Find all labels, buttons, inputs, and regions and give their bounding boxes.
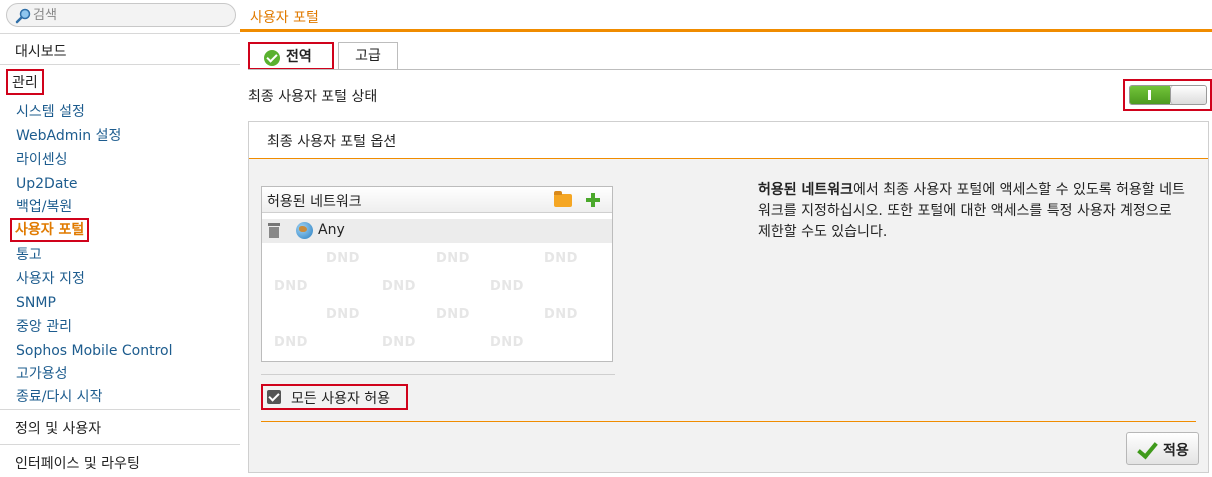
dnd-watermark: DND: [382, 335, 416, 350]
search-box[interactable]: [6, 3, 236, 27]
allowed-networks-box[interactable]: 허용된 네트워크 Any DND DND DND DND DND DND DND…: [261, 186, 613, 362]
sidebar-item-customization[interactable]: 사용자 지정: [16, 270, 85, 288]
portal-status-highlight: [1123, 79, 1212, 111]
nav-section-interfaces-routing[interactable]: 인터페이스 및 라우팅: [0, 444, 240, 477]
tab-divider: [248, 69, 1212, 70]
divider: [261, 421, 1196, 422]
apply-button[interactable]: 적용: [1126, 432, 1199, 465]
trash-icon[interactable]: [268, 223, 280, 238]
sidebar-item-webadmin-settings[interactable]: WebAdmin 설정: [16, 127, 121, 145]
sidebar-item-up2date[interactable]: Up2Date: [16, 175, 78, 193]
dnd-watermark: DND: [382, 279, 416, 294]
apply-button-label: 적용: [1163, 443, 1189, 459]
nav-dashboard-label: 대시보드: [15, 44, 67, 60]
panel-header: 최종 사용자 포털 옵션: [249, 122, 1208, 159]
dnd-watermark: DND: [490, 335, 524, 350]
dnd-watermark: DND: [326, 251, 360, 266]
sidebar-item-notifications[interactable]: 통고: [16, 246, 42, 264]
folder-icon[interactable]: [554, 191, 572, 207]
toggle-knob[interactable]: [1170, 86, 1206, 104]
sidebar-item-shutdown-restart[interactable]: 종료/다시 시작: [16, 388, 102, 406]
sidebar-item-backup-restore[interactable]: 백업/복원: [16, 198, 72, 216]
sidebar: 대시보드 관리 시스템 설정 WebAdmin 설정 라이센싱 Up2Date …: [0, 0, 240, 477]
portal-status-toggle[interactable]: [1129, 85, 1207, 105]
list-item[interactable]: Any: [262, 219, 612, 243]
nav-section-definitions-users[interactable]: 정의 및 사용자: [0, 409, 240, 442]
allow-all-users-label: 모든 사용자 허용: [291, 391, 391, 407]
tab-global[interactable]: 전역: [248, 42, 334, 70]
allowed-networks-header: 허용된 네트워크: [262, 187, 612, 213]
dnd-watermark: DND: [490, 279, 524, 294]
checkmark-icon: [1137, 440, 1155, 458]
dnd-watermark: DND: [274, 279, 308, 294]
nav-dashboard[interactable]: 대시보드: [0, 33, 240, 65]
sidebar-item-high-availability[interactable]: 고가용성: [16, 365, 68, 383]
network-name: Any: [318, 222, 345, 238]
dnd-watermark: DND: [436, 251, 470, 266]
check-circle-icon: [264, 50, 280, 66]
sidebar-item-system-settings[interactable]: 시스템 설정: [16, 103, 85, 121]
divider: [261, 374, 615, 375]
hint-bold-term: 허용된 네트워크: [758, 182, 854, 198]
checkbox-checked-icon[interactable]: [267, 390, 281, 404]
portal-options-panel: 최종 사용자 포털 옵션 허용된 네트워크 Any DND DND DND DN…: [248, 121, 1209, 473]
sidebar-item-snmp[interactable]: SNMP: [16, 294, 56, 312]
portal-status-label: 최종 사용자 포털 상태: [248, 89, 378, 105]
toggle-on-indicator: [1130, 86, 1170, 104]
dnd-watermark: DND: [544, 251, 578, 266]
search-icon: [15, 8, 31, 24]
globe-network-icon: [296, 222, 313, 239]
sidebar-item-central-management[interactable]: 중앙 관리: [16, 318, 72, 336]
nav-group-management[interactable]: 관리: [6, 69, 44, 95]
search-input[interactable]: [33, 6, 229, 24]
page-header: 사용자 포털: [240, 0, 1212, 32]
allowed-networks-hint: 허용된 네트워크에서 최종 사용자 포털에 액세스할 수 있도록 허용할 네트워…: [758, 180, 1188, 243]
sidebar-item-licensing[interactable]: 라이센싱: [16, 151, 68, 169]
allow-all-users-checkbox[interactable]: 모든 사용자 허용: [261, 384, 408, 410]
nav-section-label: 정의 및 사용자: [15, 421, 102, 437]
dnd-watermark: DND: [274, 335, 308, 350]
tab-global-label: 전역: [286, 49, 312, 65]
nav-section-label: 인터페이스 및 라우팅: [15, 456, 140, 472]
page-title: 사용자 포털: [250, 10, 319, 26]
add-icon[interactable]: [585, 192, 601, 208]
sidebar-item-user-portal[interactable]: 사용자 포털: [10, 218, 90, 242]
dnd-watermark: DND: [436, 307, 470, 322]
dnd-watermark: DND: [326, 307, 360, 322]
allowed-networks-title: 허용된 네트워크: [267, 194, 362, 210]
panel-title: 최종 사용자 포털 옵션: [267, 134, 397, 150]
sidebar-item-sophos-mobile-control[interactable]: Sophos Mobile Control: [16, 342, 173, 360]
tab-advanced[interactable]: 고급: [338, 42, 398, 70]
dnd-watermark: DND: [544, 307, 578, 322]
